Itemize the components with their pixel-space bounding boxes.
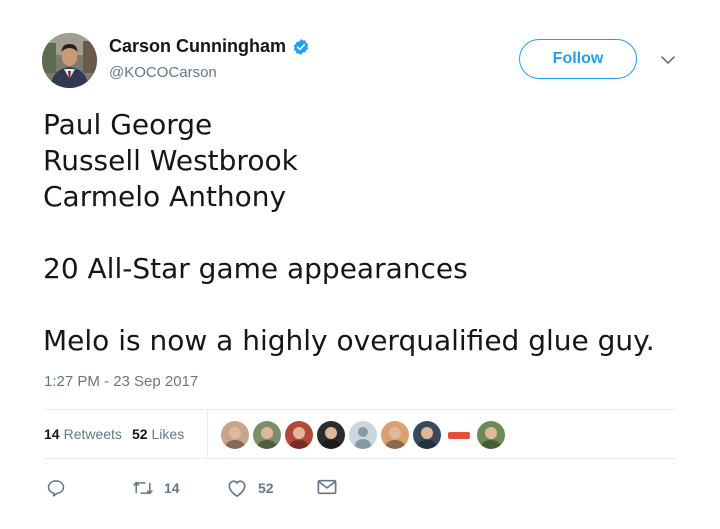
divider xyxy=(44,409,676,410)
envelope-icon xyxy=(317,479,337,495)
liker-avatar[interactable] xyxy=(221,421,249,449)
author-handle[interactable]: @KOCOCarson xyxy=(109,64,217,81)
liker-avatar-2 xyxy=(253,421,281,449)
default-avatar-egg xyxy=(349,421,377,449)
verified-badge-icon xyxy=(293,38,309,55)
author-name-text[interactable]: Carson Cunningham xyxy=(109,36,286,57)
liker-avatar[interactable] xyxy=(445,421,473,449)
retweet-count: 14 xyxy=(164,480,180,496)
retweets-stat[interactable]: 14 Retweets xyxy=(44,426,122,442)
stats-separator xyxy=(207,410,208,458)
follow-button[interactable]: Follow xyxy=(519,39,637,79)
liker-avatar[interactable] xyxy=(317,421,345,449)
reply-icon xyxy=(47,480,65,497)
tweet-card: Carson Cunningham @KOCOCarson Follow Pau… xyxy=(0,0,720,529)
like-count: 52 xyxy=(258,480,274,496)
retweets-label: Retweets xyxy=(63,426,122,442)
tweet-line: Melo is now a highly overqualified glue … xyxy=(43,324,655,357)
like-button[interactable]: 52 xyxy=(226,478,274,498)
chevron-down-icon[interactable] xyxy=(660,54,676,66)
retweets-count: 14 xyxy=(44,426,60,442)
liker-avatar-4 xyxy=(317,421,345,449)
liker-avatar-3 xyxy=(285,421,313,449)
author-name[interactable]: Carson Cunningham xyxy=(109,36,310,57)
tweet-timestamp[interactable]: 1:27 PM - 23 Sep 2017 xyxy=(44,373,198,390)
avatar-photo-icon xyxy=(42,33,97,88)
direct-message-button[interactable] xyxy=(317,478,337,496)
heart-icon xyxy=(228,480,246,497)
tweet-stats: 14 Retweets 52 Likes xyxy=(44,426,194,442)
liker-avatar[interactable] xyxy=(349,421,377,449)
liker-avatar[interactable] xyxy=(477,421,505,449)
author-avatar[interactable] xyxy=(42,33,97,88)
retweet-button[interactable]: 14 xyxy=(132,478,180,498)
likes-stat[interactable]: 52 Likes xyxy=(132,426,184,442)
liker-avatar-9 xyxy=(477,421,505,449)
liker-avatar[interactable] xyxy=(253,421,281,449)
liker-avatar-7 xyxy=(413,421,441,449)
liker-avatars xyxy=(221,421,509,449)
retweet-icon xyxy=(133,481,153,495)
liker-avatar[interactable] xyxy=(381,421,409,449)
liker-avatar[interactable] xyxy=(413,421,441,449)
likes-count: 52 xyxy=(131,426,148,442)
tweet-text: Paul George Russell Westbrook Carmelo An… xyxy=(43,107,683,359)
tweet-line: Paul George xyxy=(43,108,213,141)
liker-avatar[interactable] xyxy=(285,421,313,449)
liker-avatar-8-car xyxy=(445,421,473,449)
tweet-line: Carmelo Anthony xyxy=(43,180,287,213)
tweet-line: 20 All-Star game appearances xyxy=(43,252,468,285)
divider xyxy=(44,458,676,459)
reply-button[interactable] xyxy=(46,478,66,498)
tweet-line: Russell Westbrook xyxy=(43,144,298,177)
liker-avatar-6 xyxy=(381,421,409,449)
likes-label: Likes xyxy=(151,426,185,442)
liker-avatar-1 xyxy=(221,421,249,449)
